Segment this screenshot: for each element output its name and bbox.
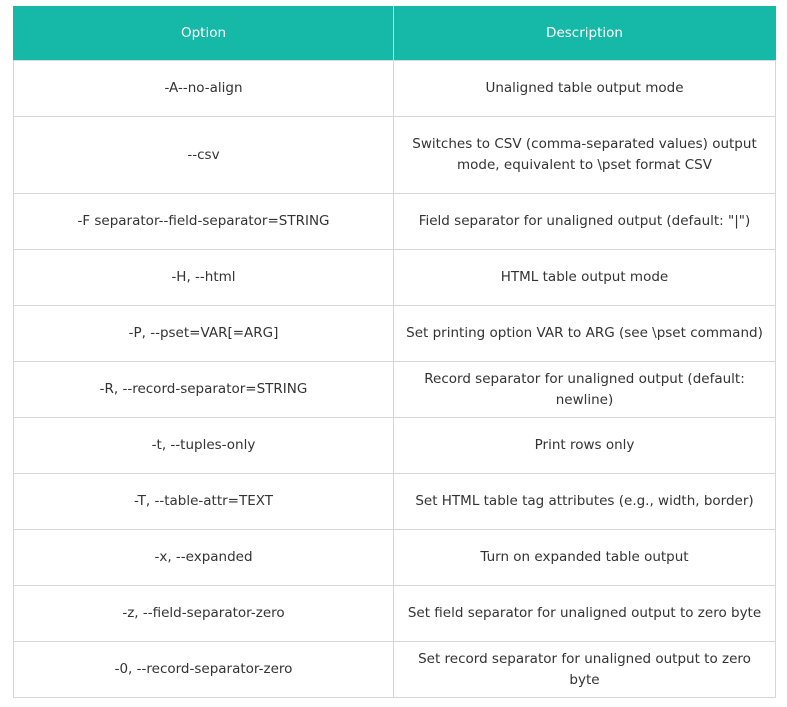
table-header: Option Description — [13, 6, 776, 61]
option-cell: -T, --table-attr=TEXT — [13, 473, 394, 530]
option-cell: -H, --html — [13, 249, 394, 306]
options-table-container: Option Description -A--no-align Unaligne… — [13, 6, 776, 698]
option-cell: -0, --record-separator-zero — [13, 641, 394, 698]
table-row: -T, --table-attr=TEXT Set HTML table tag… — [13, 473, 776, 530]
description-cell: Field separator for unaligned output (de… — [393, 193, 776, 250]
header-option: Option — [13, 6, 394, 61]
table-body: -A--no-align Unaligned table output mode… — [13, 60, 776, 698]
table-row: -R, --record-separator=STRING Record sep… — [13, 361, 776, 418]
table-row: --csv Switches to CSV (comma-separated v… — [13, 116, 776, 194]
option-cell: -t, --tuples-only — [13, 417, 394, 474]
options-table: Option Description -A--no-align Unaligne… — [13, 6, 776, 698]
description-cell: Turn on expanded table output — [393, 529, 776, 586]
table-row: -F separator--field-separator=STRING Fie… — [13, 193, 776, 250]
option-cell: -z, --field-separator-zero — [13, 585, 394, 642]
option-cell: -R, --record-separator=STRING — [13, 361, 394, 418]
description-cell: Set printing option VAR to ARG (see \pse… — [393, 305, 776, 362]
header-row: Option Description — [13, 6, 776, 61]
table-row: -P, --pset=VAR[=ARG] Set printing option… — [13, 305, 776, 362]
description-cell: Record separator for unaligned output (d… — [393, 361, 776, 418]
description-cell: Set record separator for unaligned outpu… — [393, 641, 776, 698]
description-cell: HTML table output mode — [393, 249, 776, 306]
table-row: -H, --html HTML table output mode — [13, 249, 776, 306]
table-row: -z, --field-separator-zero Set field sep… — [13, 585, 776, 642]
description-cell: Set HTML table tag attributes (e.g., wid… — [393, 473, 776, 530]
description-cell: Unaligned table output mode — [393, 60, 776, 117]
header-description: Description — [393, 6, 776, 61]
option-cell: -A--no-align — [13, 60, 394, 117]
description-cell: Switches to CSV (comma-separated values)… — [393, 116, 776, 194]
description-cell: Set field separator for unaligned output… — [393, 585, 776, 642]
table-row: -0, --record-separator-zero Set record s… — [13, 641, 776, 698]
option-cell: -F separator--field-separator=STRING — [13, 193, 394, 250]
table-row: -x, --expanded Turn on expanded table ou… — [13, 529, 776, 586]
option-cell: -P, --pset=VAR[=ARG] — [13, 305, 394, 362]
table-row: -A--no-align Unaligned table output mode — [13, 60, 776, 117]
table-row: -t, --tuples-only Print rows only — [13, 417, 776, 474]
description-cell: Print rows only — [393, 417, 776, 474]
option-cell: --csv — [13, 116, 394, 194]
option-cell: -x, --expanded — [13, 529, 394, 586]
